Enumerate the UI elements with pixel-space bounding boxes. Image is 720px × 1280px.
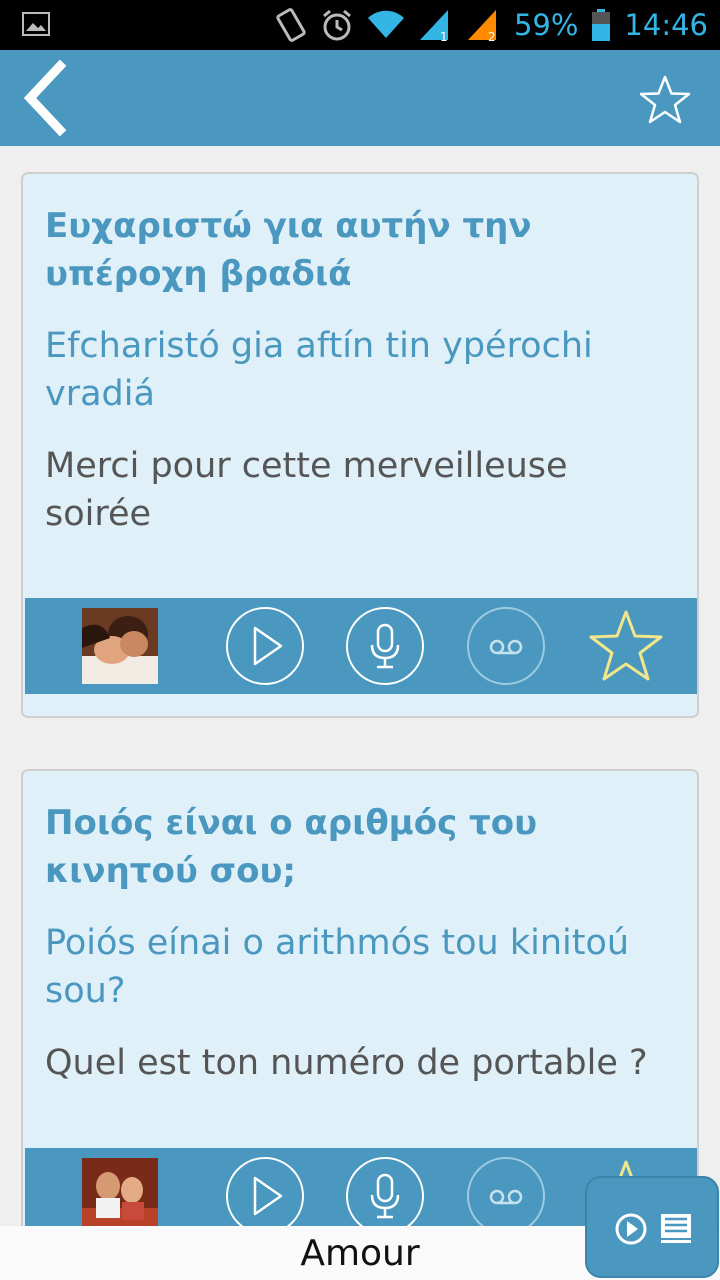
record-button[interactable] [346, 607, 424, 685]
battery-icon [592, 9, 611, 41]
chevron-left-icon [23, 59, 67, 137]
play-button[interactable] [226, 1157, 304, 1226]
phrase-transliteration: Poiós eínai o arithmós tou kinitoú sou? [45, 923, 630, 1011]
play-all-button[interactable] [585, 1176, 719, 1278]
clock: 14:46 [624, 8, 708, 42]
playback-recording-button[interactable] [467, 607, 545, 685]
battery-percent: 59% [513, 8, 579, 42]
star-outline-icon [589, 610, 663, 681]
phrase-translation: Quel est ton numéro de portable ? [45, 1043, 648, 1083]
phrase-card: Ευχαριστώ για αυτήν την υπέροχη βραδιά E… [21, 172, 699, 718]
record-button[interactable] [346, 1157, 424, 1226]
play-icon [615, 1213, 647, 1245]
alarm-icon [322, 9, 351, 41]
playback-recording-button[interactable] [467, 1157, 545, 1226]
phrase-transliteration: Efcharistó gia aftín tin ypérochi vradiá [45, 326, 593, 414]
sim1-label: 1 [440, 30, 448, 42]
sim2-label: 2 [488, 30, 496, 42]
phrase-toolbar [25, 598, 697, 694]
play-icon [253, 1176, 283, 1216]
back-button[interactable] [18, 58, 78, 138]
favorite-phrase-button[interactable] [587, 608, 665, 684]
signal-icon: 1 [419, 10, 448, 42]
signal-icon: 2 [467, 10, 496, 42]
couple-embrace-photo [82, 608, 158, 684]
gallery-icon [22, 12, 50, 36]
phrase-translation: Merci pour cette merveilleuse soirée [45, 446, 568, 534]
phrase-card: Ποιός είναι ο αριθμός του κινητού σου; P… [21, 769, 699, 1226]
phrase-greek: Ποιός είναι ο αριθμός του κινητού σου; [45, 803, 538, 891]
phrase-greek: Ευχαριστώ για αυτήν την υπέροχη βραδιά [45, 206, 532, 294]
play-icon [253, 626, 283, 666]
voicemail-icon [489, 1189, 523, 1205]
wifi-icon [367, 10, 404, 39]
status-bar: 1 2 59% 14:46 [0, 0, 720, 50]
couple-dinner-photo [82, 1158, 158, 1226]
voicemail-icon [489, 639, 523, 655]
play-button[interactable] [226, 607, 304, 685]
vibrate-icon [276, 8, 306, 42]
favorite-button[interactable] [638, 74, 692, 126]
list-icon [661, 1214, 691, 1243]
action-bar [0, 50, 720, 146]
phrase-list[interactable]: Ευχαριστώ για αυτήν την υπέροχη βραδιά E… [0, 146, 720, 1226]
microphone-icon [370, 1173, 400, 1219]
status-icons: 1 2 59% 14:46 [274, 0, 708, 50]
microphone-icon [370, 623, 400, 669]
star-outline-icon [639, 75, 691, 124]
